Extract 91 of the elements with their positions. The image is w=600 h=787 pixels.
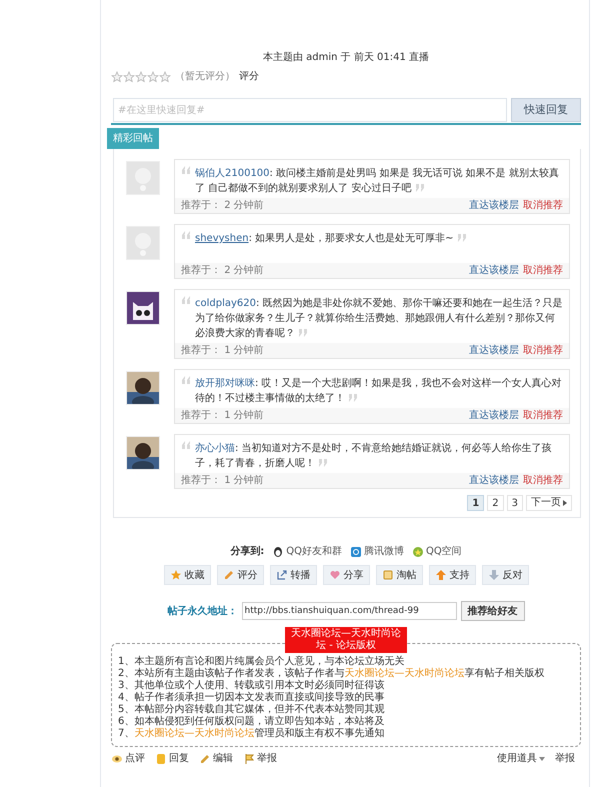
- goto-floor-link[interactable]: 直达该楼层: [469, 408, 519, 423]
- close-quote-icon: [298, 329, 308, 338]
- comment-text: 锅伯人2100100: 敢问楼主婚前是处男吗 如果是 我无话可说 如果不是 就别太较真了 自己都做不到的就别要求别人了 安心过日子吧: [195, 166, 560, 196]
- copyright-line: 1、本主题所有言论和图片纯属会员个人意见，与本论坛立场无关: [118, 656, 406, 668]
- page-link[interactable]: 1: [467, 495, 484, 511]
- quick-reply-field[interactable]: #在这里快速回复#: [113, 98, 507, 122]
- moderation-note: 本主题由 admin 于 前天 01:41 直播: [262, 50, 430, 65]
- heart-icon: [328, 569, 340, 581]
- pencil-icon: [222, 569, 234, 581]
- comment-text: shevyshen: 如果男人是处，那要求女人也是处无可厚非~: [195, 231, 467, 261]
- quick-reply-button[interactable]: 快速回复: [511, 98, 581, 122]
- recommended-time: 推荐于： 1 分钟前: [181, 408, 264, 423]
- footer-action[interactable]: 点评: [111, 751, 145, 766]
- close-quote-icon: [318, 459, 328, 468]
- action-button[interactable]: 转播: [270, 565, 316, 585]
- report-link[interactable]: 举报: [555, 751, 575, 766]
- comment-text: coldplay620: 既然因为她是非处你就不爱她、那你干嘛还要和她在一起生活？只是为了给你做家务？生儿子？就算你给生活费她、那她跟佣人有什么差别？那你又何必浪费大家的青春呢？: [195, 296, 563, 341]
- next-page-link[interactable]: 下一页: [526, 495, 572, 511]
- action-button[interactable]: 支持: [428, 565, 476, 585]
- caret-icon: [539, 756, 545, 760]
- cat-avatar-icon: [127, 292, 159, 324]
- bag-icon: [382, 569, 394, 581]
- comment-text: 放开那对咪咪: 哎！又是一个大悲剧啊！如果是我，我也不会对这样一个女人真心对待的！不过楼主事情做的太绝了！: [195, 376, 563, 406]
- copyright-line: 2、本站所有主题由该帖子作者发表，该帖子作者与天水圈论坛—天水时尚论坛享有帖子相关版权: [118, 668, 546, 680]
- copyright-line: 5、本帖部分内容转载自其它媒体，但并不代表本站赞同其观: [118, 704, 386, 716]
- copyright-line: 6、如本帖侵犯到任何版权问题，请立即告知本站，本站将及: [118, 716, 386, 728]
- goto-floor-link[interactable]: 直达该楼层: [469, 473, 519, 488]
- page-link[interactable]: 2: [487, 495, 504, 511]
- recommended-time: 推荐于： 1 分钟前: [181, 344, 264, 358]
- cancel-recommend-link[interactable]: 取消推荐: [523, 473, 563, 488]
- cancel-recommend-link[interactable]: 取消推荐: [523, 343, 563, 358]
- action-button[interactable]: 评分: [216, 565, 264, 585]
- author-link[interactable]: shevyshen: [195, 233, 249, 244]
- goto-floor-link[interactable]: 直达该楼层: [469, 198, 519, 213]
- copyright-title: 天水圈论坛—天水时尚论坛 - 论坛版权: [285, 627, 407, 653]
- copyright-line: 3、其他单位或个人使用、转载或引用本文时必须同时征得该: [118, 680, 386, 692]
- open-quote-icon: [181, 296, 191, 304]
- author-link[interactable]: 亦心小猫: [195, 443, 235, 454]
- share-arrow-icon: [276, 569, 288, 581]
- cancel-recommend-link[interactable]: 取消推荐: [523, 408, 563, 423]
- action-button[interactable]: 淘帖: [376, 565, 422, 585]
- share-link[interactable]: QQ好友和群: [272, 544, 342, 559]
- cancel-recommend-link[interactable]: 取消推荐: [523, 263, 563, 278]
- eye-icon: [111, 752, 123, 764]
- default-avatar-icon: [127, 227, 159, 259]
- author-link[interactable]: 锅伯人2100100: [195, 168, 270, 179]
- open-quote-icon: [181, 166, 191, 174]
- star-icon: [170, 569, 182, 581]
- speech-bubble-icon: [155, 752, 167, 764]
- author-link[interactable]: 放开那对咪咪: [195, 378, 255, 389]
- action-button[interactable]: 收藏: [164, 565, 210, 585]
- page-link[interactable]: 3: [506, 495, 523, 511]
- penguin-icon: [272, 546, 284, 558]
- share-link[interactable]: QQ空间: [412, 544, 462, 559]
- open-quote-icon: [181, 376, 191, 384]
- qzone-icon: [412, 546, 424, 558]
- tools-menu[interactable]: 使用道具: [497, 751, 545, 766]
- close-quote-icon: [456, 234, 467, 242]
- open-quote-icon: [181, 441, 191, 449]
- open-quote-icon: [181, 231, 191, 239]
- recommend-button[interactable]: 推荐给好友: [460, 601, 524, 621]
- recommended-time: 推荐于： 2 分钟前: [181, 198, 264, 213]
- action-button[interactable]: 反对: [482, 565, 528, 585]
- footer-action[interactable]: 回复: [155, 751, 189, 766]
- goto-floor-link[interactable]: 直达该楼层: [469, 263, 519, 278]
- default-avatar-icon: [127, 162, 159, 194]
- recommended-time: 推荐于： 1 分钟前: [181, 474, 264, 488]
- down-arrow-icon: [488, 569, 500, 581]
- permalink-label: 帖子永久地址：: [168, 604, 238, 618]
- copyright-line: 7、天水圈论坛—天水时尚论坛管理员和版主有权不事先通知: [118, 728, 386, 740]
- footer-action[interactable]: 举报: [243, 751, 277, 766]
- author-link[interactable]: coldplay620: [195, 298, 256, 309]
- close-quote-icon: [348, 394, 358, 402]
- rating-note: （暂无评分）: [175, 70, 235, 84]
- up-arrow-icon: [434, 569, 446, 581]
- cancel-recommend-link[interactable]: 取消推荐: [523, 198, 563, 213]
- copyright-line: 4、帖子作者须承担一切因本文发表而直接或间接导致的民事: [118, 692, 386, 704]
- close-quote-icon: [414, 184, 425, 192]
- permalink-field[interactable]: http://bbs.tianshuiquan.com/thread-99: [242, 602, 456, 620]
- flag-icon: [243, 752, 255, 764]
- footer-action[interactable]: 编辑: [199, 751, 233, 766]
- pencil-icon: [199, 752, 211, 764]
- rate-link[interactable]: 评分: [239, 69, 259, 84]
- weibo-icon: [350, 546, 362, 558]
- comment-text: 亦心小猫: 当初知道对方不是处时，不肯意给她结婚证就说，何必等人给你生了孩子，耗了青春，折磨人呢！: [195, 442, 553, 471]
- right-arrow-icon: [563, 500, 567, 506]
- goto-floor-link[interactable]: 直达该楼层: [469, 343, 519, 358]
- recommended-time: 推荐于： 2 分钟前: [181, 264, 264, 278]
- action-button[interactable]: 分享: [322, 565, 370, 585]
- share-label: 分享到:: [230, 544, 264, 559]
- share-link[interactable]: 腾讯微博: [350, 544, 404, 559]
